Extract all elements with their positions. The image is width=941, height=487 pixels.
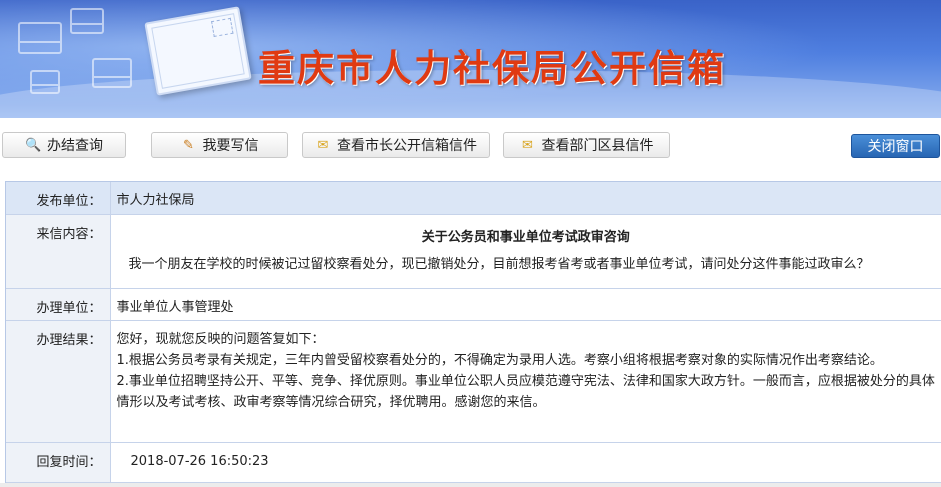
mail-icon: ✉ bbox=[317, 137, 329, 153]
page-title: 重庆市人力社保局公开信箱 bbox=[258, 47, 726, 90]
write-icon: ✎ bbox=[183, 137, 194, 153]
content-label: 来信内容： bbox=[6, 214, 111, 289]
reply-time-label: 回复时间： bbox=[6, 442, 111, 483]
letter-subject: 关于公务员和事业单位考试政审咨询 bbox=[421, 229, 630, 245]
view-district-letters-button[interactable]: ✉ 查看部门区县信件 bbox=[503, 132, 670, 158]
publisher-value: 市人力社保局 bbox=[110, 182, 941, 215]
result-label: 办理结果： bbox=[6, 320, 111, 443]
search-icon: 🔍 bbox=[25, 137, 42, 153]
letter-detail-panel: 发布单位： 市人力社保局 来信内容： 关于公务员和事业单位考试政审咨询 我一个朋… bbox=[5, 181, 941, 487]
horizontal-scrollbar[interactable] bbox=[0, 483, 941, 487]
mail-icon: ✉ bbox=[522, 137, 533, 153]
write-letter-button[interactable]: ✎ 我要写信 bbox=[151, 132, 288, 158]
button-label: 查看市长公开信箱信件 bbox=[337, 138, 477, 154]
content-row: 来信内容： 关于公务员和事业单位考试政审咨询 我一个朋友在学校的时候被记过留校察… bbox=[6, 214, 941, 289]
letter-question: 我一个朋友在学校的时候被记过留校察看处分，现已撤销处分，目前想报考省考或者事业单… bbox=[128, 256, 870, 272]
result-row: 办理结果： 您好，现就您反映的问题答复如下： 1.根据公务员考录有关规定，三年内… bbox=[6, 320, 941, 443]
envelope-icon bbox=[70, 8, 104, 34]
handler-row: 办理单位： 事业单位人事管理处 bbox=[6, 288, 941, 321]
handler-value: 事业单位人事管理处 bbox=[110, 288, 941, 321]
publisher-label: 发布单位： bbox=[6, 182, 111, 215]
button-label: 我要写信 bbox=[202, 138, 259, 154]
view-mayor-mailbox-button[interactable]: ✉ 查看市长公开信箱信件 bbox=[302, 132, 490, 158]
banner: 重庆市人力社保局公开信箱 bbox=[0, 0, 941, 118]
result-line: 您好，现就您反映的问题答复如下： bbox=[116, 331, 325, 347]
envelope-icon bbox=[18, 22, 62, 54]
envelope-icon bbox=[92, 58, 132, 88]
envelope-icon bbox=[30, 70, 60, 94]
result-line: 1.根据公务员考录有关规定，三年内曾受留校察看处分的，不得确定为录用人选。考察小… bbox=[116, 352, 883, 368]
handler-label: 办理单位： bbox=[6, 288, 111, 321]
completed-query-button[interactable]: 🔍 办结查询 bbox=[2, 132, 126, 158]
toolbar: 🔍 办结查询 ✎ 我要写信 ✉ 查看市长公开信箱信件 ✉ 查看部门区县信件 bbox=[0, 132, 941, 160]
result-line: 2.事业单位招聘坚持公开、平等、竞争、择优原则。事业单位公职人员应模范遵守宪法、… bbox=[116, 373, 935, 410]
reply-time-row: 回复时间： 2018-07-26 16:50:23 bbox=[6, 442, 941, 483]
close-window-button[interactable]: 关闭窗口 bbox=[851, 134, 940, 158]
button-label: 办结查询 bbox=[47, 138, 103, 154]
reply-time-value: 2018-07-26 16:50:23 bbox=[130, 453, 269, 469]
publisher-row: 发布单位： 市人力社保局 bbox=[6, 182, 941, 215]
button-label: 查看部门区县信件 bbox=[541, 138, 654, 154]
